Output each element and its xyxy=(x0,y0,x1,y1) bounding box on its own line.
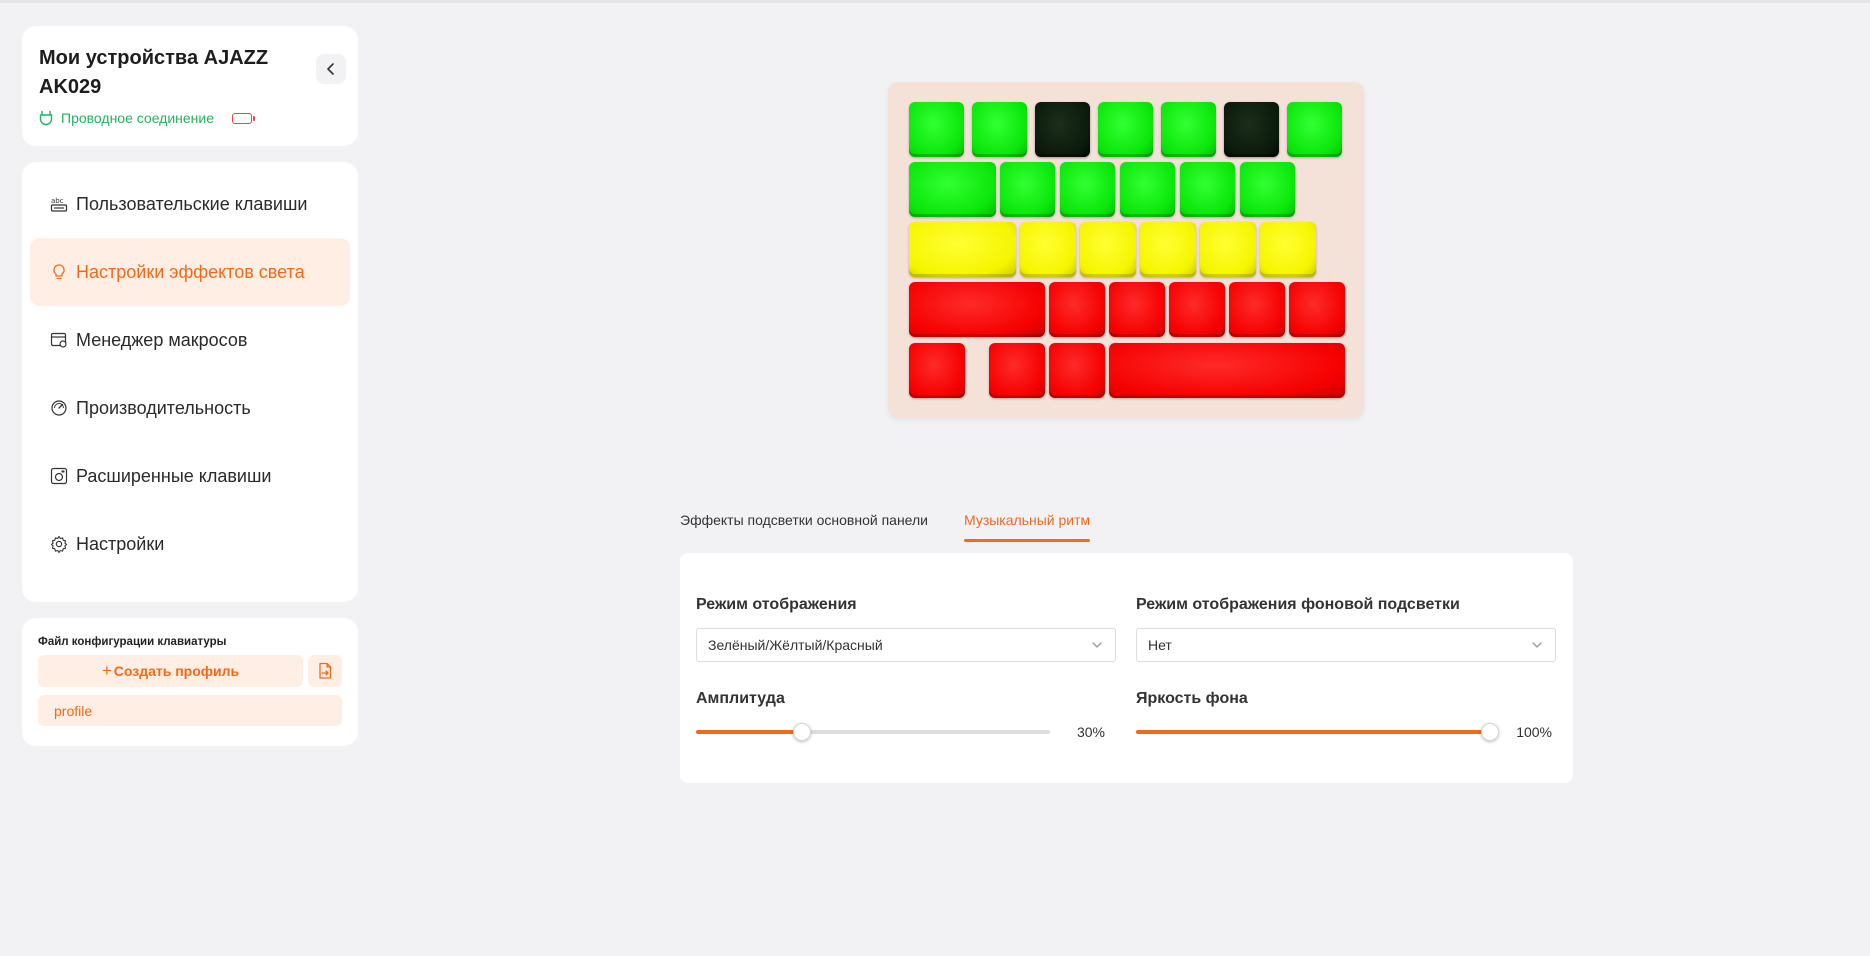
plug-icon xyxy=(39,111,53,126)
sidebar-item-light-effects[interactable]: Настройки эффектов света xyxy=(30,238,350,306)
background-mode-select[interactable]: Нет xyxy=(1136,628,1556,662)
slider-fill xyxy=(696,730,802,734)
sidebar-item-advanced-keys[interactable]: Расширенные клавиши xyxy=(30,442,350,510)
device-title: Мои устройства AJAZZ AK029 xyxy=(39,47,269,98)
sidebar-item-label: Настройки эффектов света xyxy=(76,261,305,282)
sidebar-item-label: Пользовательские клавиши xyxy=(76,193,308,214)
connection-label: Проводное соединение xyxy=(61,110,215,126)
keyboard-key[interactable] xyxy=(1109,282,1165,337)
chevron-down-icon xyxy=(1092,642,1102,648)
background-brightness-value: 100% xyxy=(1516,724,1552,740)
keyboard-key[interactable] xyxy=(1098,102,1153,157)
gear-icon xyxy=(50,535,68,553)
lightbulb-icon xyxy=(53,264,65,280)
background-brightness-label: Яркость фона xyxy=(1136,690,1248,707)
sidebar-item-label: Производительность xyxy=(76,397,251,418)
battery-icon xyxy=(232,112,256,124)
keyboard-key[interactable] xyxy=(909,343,965,398)
keyboard-key[interactable] xyxy=(1169,282,1225,337)
keyboard-key[interactable] xyxy=(1120,162,1175,217)
abc-keys-icon: abc xyxy=(50,197,68,212)
profile-item[interactable]: profile xyxy=(38,695,342,726)
music-rhythm-panel: Режим отображения Зелёный/Жёлтый/Красный… xyxy=(680,553,1573,783)
sidebar-item-label: Настройки xyxy=(76,533,165,554)
background-brightness-slider[interactable] xyxy=(1136,722,1499,742)
create-profile-button[interactable]: + Создать профиль xyxy=(38,655,303,687)
sidebar-item-label: Менеджер макросов xyxy=(76,329,248,350)
keyboard-key[interactable] xyxy=(909,162,996,217)
gauge-icon xyxy=(51,400,67,416)
slider-thumb[interactable] xyxy=(1481,723,1499,741)
keyboard-key[interactable] xyxy=(1020,222,1076,277)
display-mode-select[interactable]: Зелёный/Жёлтый/Красный xyxy=(696,628,1116,662)
lighting-tabs: Эффекты подсветки основной панели Музыка… xyxy=(680,508,1126,542)
keyboard-key[interactable] xyxy=(1161,102,1216,157)
sidebar-item-settings[interactable]: Настройки xyxy=(30,510,350,578)
config-card: Файл конфигурации клавиатуры + Создать п… xyxy=(22,618,358,746)
keyboard-key[interactable] xyxy=(909,222,1016,277)
keyboard-key[interactable] xyxy=(989,343,1045,398)
amplitude-slider[interactable] xyxy=(696,722,1050,742)
keyboard-key[interactable] xyxy=(1140,222,1196,277)
keyboard-key[interactable] xyxy=(909,282,1045,337)
keyboard-key[interactable] xyxy=(972,102,1027,157)
keyboard-key[interactable] xyxy=(1289,282,1345,337)
keyboard-key[interactable] xyxy=(1260,222,1316,277)
slider-fill xyxy=(1136,730,1490,734)
sidebar-item-label: Расширенные клавиши xyxy=(76,465,272,486)
keyboard-key[interactable] xyxy=(1049,343,1105,398)
tab-main-panel-effects[interactable]: Эффекты подсветки основной панели xyxy=(680,508,928,542)
slider-thumb[interactable] xyxy=(793,723,811,741)
keyboard-preview xyxy=(888,82,1364,418)
keyboard-key[interactable] xyxy=(1240,162,1295,217)
sidebar-item-macro-manager[interactable]: Менеджер макросов xyxy=(30,306,350,374)
amplitude-value: 30% xyxy=(1076,724,1105,740)
tab-music-rhythm[interactable]: Музыкальный ритм xyxy=(964,508,1091,542)
device-card: Мои устройства AJAZZ AK029 Проводное сое… xyxy=(22,26,358,146)
keyboard-key[interactable] xyxy=(1000,162,1055,217)
display-mode-value: Зелёный/Жёлтый/Красный xyxy=(708,637,883,653)
keyboard-key[interactable] xyxy=(1080,222,1136,277)
create-profile-label: Создать профиль xyxy=(113,663,240,679)
macro-window-icon xyxy=(50,332,67,348)
keyboard-key[interactable] xyxy=(1287,102,1342,157)
chevron-left-icon xyxy=(327,63,334,75)
background-mode-value: Нет xyxy=(1148,637,1172,653)
keyboard-key[interactable] xyxy=(1229,282,1285,337)
connection-status: Проводное соединение xyxy=(39,110,341,126)
import-profile-button[interactable] xyxy=(308,655,342,687)
amplitude-label: Амплитуда xyxy=(696,690,785,707)
display-mode-label: Режим отображения xyxy=(696,596,857,613)
svg-text:abc: abc xyxy=(51,197,64,205)
keyboard-key[interactable] xyxy=(909,102,964,157)
sidebar-item-performance[interactable]: Производительность xyxy=(30,374,350,442)
window-top-border xyxy=(0,0,1870,3)
keyboard-key[interactable] xyxy=(1035,102,1090,157)
sidebar-menu: abc Пользовательские клавиши Настройки э… xyxy=(22,162,358,602)
keyboard-key[interactable] xyxy=(1109,343,1345,398)
sidebar-item-custom-keys[interactable]: abc Пользовательские клавиши xyxy=(30,170,350,238)
config-title: Файл конфигурации клавиатуры xyxy=(38,636,227,648)
keyboard-key[interactable] xyxy=(1060,162,1115,217)
chevron-down-icon xyxy=(1532,642,1542,648)
background-mode-label: Режим отображения фоновой подсветки xyxy=(1136,596,1460,613)
file-import-icon xyxy=(319,662,332,679)
keyboard-key[interactable] xyxy=(1200,222,1256,277)
keyboard-key[interactable] xyxy=(1049,282,1105,337)
keyboard-key[interactable] xyxy=(1180,162,1235,217)
plus-icon: + xyxy=(101,661,112,680)
collapse-sidebar-button[interactable] xyxy=(316,54,346,84)
keyboard-key[interactable] xyxy=(1224,102,1279,157)
advanced-key-icon xyxy=(50,467,68,485)
